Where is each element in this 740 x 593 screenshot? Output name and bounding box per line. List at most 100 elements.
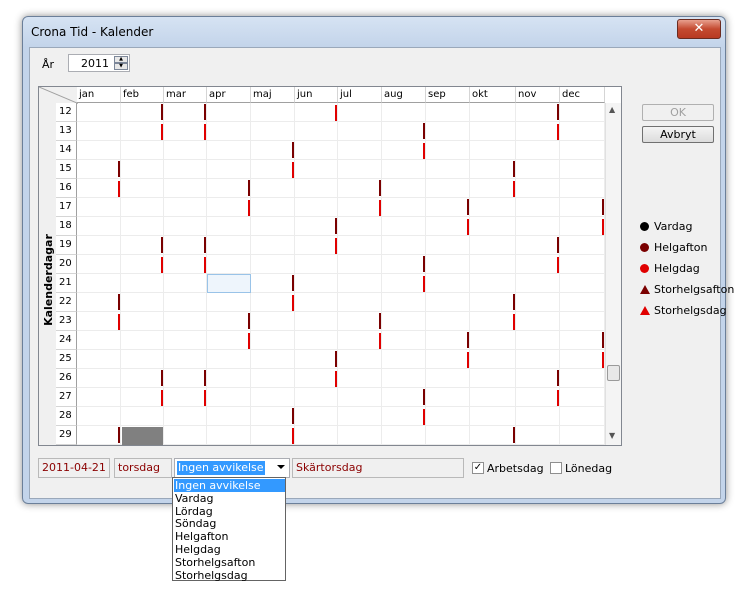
day-cell[interactable] (426, 388, 470, 407)
day-cell[interactable] (164, 293, 207, 312)
day-cell[interactable] (251, 426, 295, 445)
day-cell[interactable] (164, 217, 207, 236)
day-cell[interactable] (251, 293, 295, 312)
day-cell[interactable] (560, 217, 605, 236)
day-cell[interactable] (560, 293, 605, 312)
day-cell[interactable] (77, 160, 121, 179)
day-cell[interactable] (516, 274, 560, 293)
day-cell[interactable] (382, 103, 426, 122)
day-cell[interactable] (295, 407, 338, 426)
dropdown-option[interactable]: Ingen avvikelse (174, 479, 285, 492)
day-cell[interactable] (164, 179, 207, 198)
day-cell[interactable] (426, 331, 470, 350)
day-cell[interactable] (338, 407, 382, 426)
day-cell[interactable] (338, 236, 382, 255)
day-cell[interactable] (207, 388, 251, 407)
day-cell[interactable] (382, 274, 426, 293)
day-cell[interactable] (470, 407, 516, 426)
day-cell[interactable] (77, 103, 121, 122)
day-cell[interactable] (77, 217, 121, 236)
day-cell[interactable] (382, 236, 426, 255)
spin-up-icon[interactable]: ▲ (114, 56, 128, 63)
day-cell[interactable] (470, 160, 516, 179)
day-cell[interactable] (121, 103, 164, 122)
day-cell[interactable] (338, 198, 382, 217)
day-cell[interactable] (251, 103, 295, 122)
day-cell[interactable] (426, 350, 470, 369)
day-cell[interactable] (516, 312, 560, 331)
day-cell[interactable] (426, 103, 470, 122)
day-cell[interactable] (164, 388, 207, 407)
day-cell[interactable] (470, 198, 516, 217)
day-cell[interactable] (207, 350, 251, 369)
day-cell[interactable] (77, 293, 121, 312)
day-cell[interactable] (251, 198, 295, 217)
day-cell[interactable] (426, 160, 470, 179)
day-cell[interactable] (382, 426, 426, 445)
day-cell[interactable] (516, 255, 560, 274)
day-cell[interactable] (77, 388, 121, 407)
day-cell[interactable] (77, 122, 121, 141)
day-cell[interactable] (121, 122, 164, 141)
day-cell[interactable] (77, 369, 121, 388)
day-cell[interactable] (338, 369, 382, 388)
day-cell[interactable] (516, 426, 560, 445)
day-cell[interactable] (164, 160, 207, 179)
day-cell[interactable] (560, 407, 605, 426)
day-cell[interactable] (295, 179, 338, 198)
dropdown-option[interactable]: Storhelgsdag (174, 569, 285, 582)
scroll-up-icon[interactable]: ▲ (609, 105, 615, 114)
day-cell[interactable] (470, 312, 516, 331)
day-cell[interactable] (470, 331, 516, 350)
day-cell[interactable] (470, 350, 516, 369)
day-cell[interactable] (516, 331, 560, 350)
day-cell[interactable] (516, 236, 560, 255)
day-cell[interactable] (382, 312, 426, 331)
day-cell[interactable] (338, 274, 382, 293)
day-cell[interactable] (121, 331, 164, 350)
calendar-grid[interactable]: Kalenderdagar ▲ ▼ jan feb mar apr maj jun jul a… (38, 86, 622, 446)
day-cell[interactable] (251, 274, 295, 293)
vertical-scrollbar[interactable]: ▲ ▼ (605, 103, 621, 445)
day-cell[interactable] (251, 217, 295, 236)
day-cell[interactable] (338, 255, 382, 274)
day-cell[interactable] (121, 312, 164, 331)
day-cell[interactable] (164, 312, 207, 331)
day-cell[interactable] (516, 141, 560, 160)
day-cell[interactable] (560, 103, 605, 122)
day-cell[interactable] (560, 331, 605, 350)
day-cell[interactable] (207, 198, 251, 217)
dropdown-option[interactable]: Söndag (174, 517, 285, 530)
day-cell[interactable] (338, 388, 382, 407)
day-cell[interactable] (470, 179, 516, 198)
day-cell[interactable] (295, 388, 338, 407)
day-cell[interactable] (470, 274, 516, 293)
day-cell[interactable] (164, 122, 207, 141)
day-cell[interactable] (207, 103, 251, 122)
day-cell[interactable] (295, 198, 338, 217)
day-cell[interactable] (207, 426, 251, 445)
day-cell[interactable] (295, 103, 338, 122)
day-cell[interactable] (382, 388, 426, 407)
day-cell[interactable] (207, 236, 251, 255)
dropdown-option[interactable]: Vardag (174, 492, 285, 505)
day-cell[interactable] (560, 426, 605, 445)
day-cell[interactable] (560, 274, 605, 293)
day-cell[interactable] (121, 141, 164, 160)
day-cell[interactable] (251, 236, 295, 255)
day-cell[interactable] (382, 407, 426, 426)
day-cell[interactable] (560, 141, 605, 160)
dropdown-option[interactable]: Lördag (174, 505, 285, 518)
day-cell[interactable] (207, 369, 251, 388)
day-cell[interactable] (470, 236, 516, 255)
day-cell[interactable] (251, 255, 295, 274)
day-cell[interactable] (516, 388, 560, 407)
day-cell[interactable] (164, 274, 207, 293)
day-cell[interactable] (77, 312, 121, 331)
day-cell[interactable] (338, 293, 382, 312)
day-cell[interactable] (251, 312, 295, 331)
day-cell[interactable] (338, 331, 382, 350)
day-cell[interactable] (121, 236, 164, 255)
day-cell[interactable] (295, 236, 338, 255)
day-cell[interactable] (77, 426, 121, 445)
